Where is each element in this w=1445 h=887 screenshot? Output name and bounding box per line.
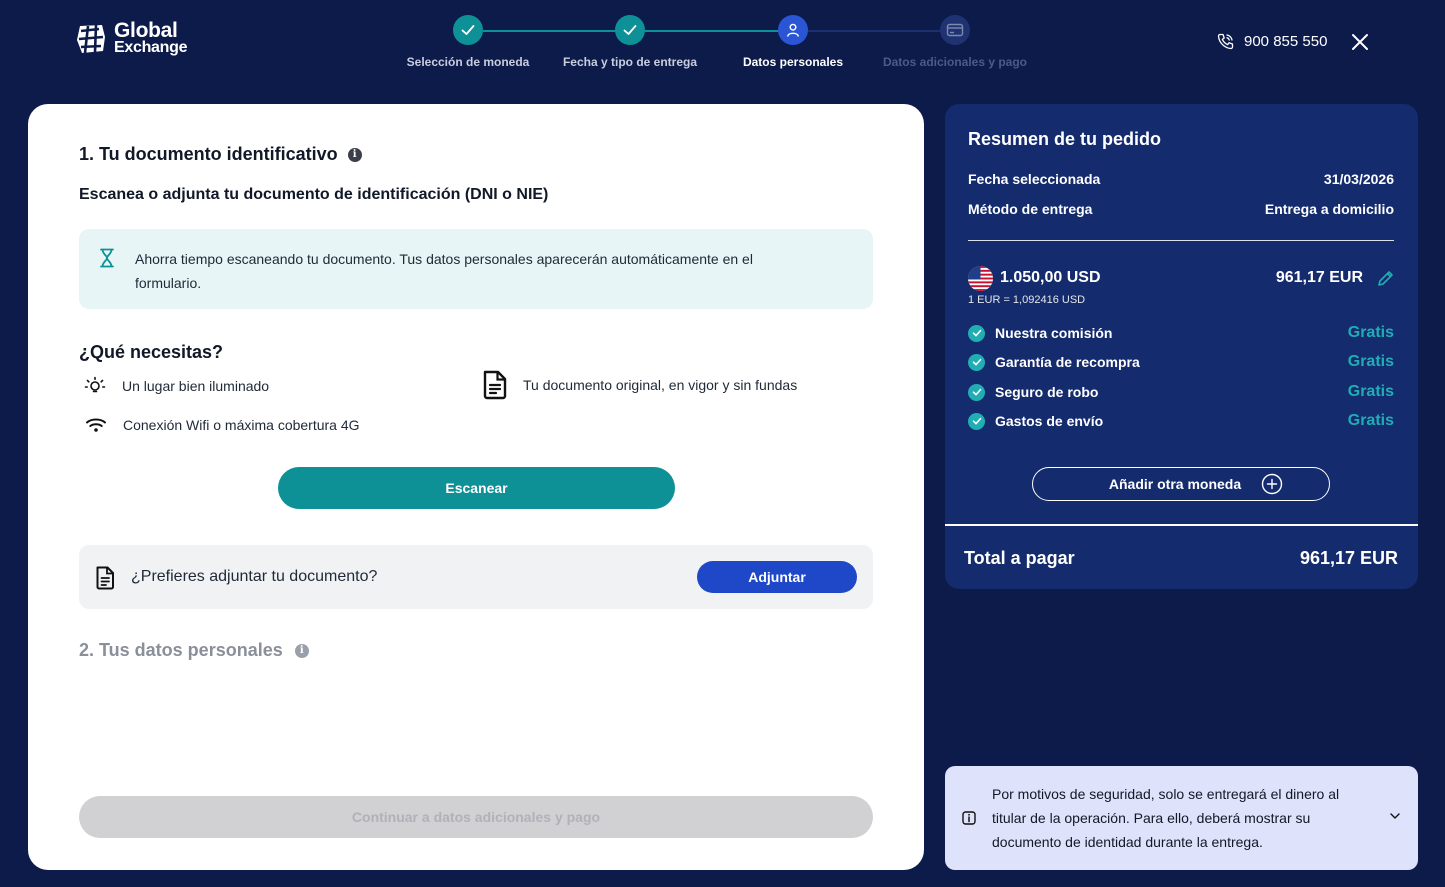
need-text: Tu documento original, en vigor y sin fu…: [523, 377, 798, 393]
step-done-check-icon: [615, 15, 645, 45]
check-circle-icon: [968, 353, 985, 371]
lightbulb-icon: [84, 376, 106, 393]
feature-row: Nuestra comisión Gratis: [968, 324, 1394, 342]
need-item-document: Tu documento original, en vigor y sin fu…: [482, 370, 797, 400]
phone-contact[interactable]: 900 855 550: [1217, 33, 1327, 50]
document-subtitle: Escanea o adjunta tu documento de identi…: [79, 186, 549, 203]
feature-row: Seguro de robo Gratis: [968, 383, 1394, 401]
feature-label: Gastos de envío: [995, 413, 1104, 429]
us-flag-icon: [968, 265, 993, 291]
info-square-icon: [962, 811, 976, 825]
feature-value: Gratis: [1347, 412, 1394, 429]
credit-card-icon: [940, 15, 970, 45]
step-currency[interactable]: Selección de moneda: [383, 14, 553, 69]
attach-document-box: ¿Prefieres adjuntar tu documento? Adjunt…: [79, 545, 873, 609]
continue-button[interactable]: Continuar a datos adicionales y pago: [79, 796, 873, 838]
document-icon: [483, 370, 507, 400]
document-icon: [96, 566, 114, 590]
edit-pencil-icon[interactable]: [1377, 270, 1394, 287]
exchange-rate: 1 EUR = 1,092416 USD: [968, 294, 1086, 306]
info-icon[interactable]: i: [294, 643, 309, 658]
total-value: 961,17 EUR: [1299, 548, 1398, 568]
step-label: Datos adicionales y pago: [882, 55, 1028, 69]
security-notice-text: Por motivos de seguridad, solo se entreg…: [992, 786, 1340, 850]
check-circle-icon: [968, 383, 985, 401]
feature-label: Garantía de recompra: [995, 354, 1140, 370]
attach-button[interactable]: Adjuntar: [697, 561, 857, 593]
feature-value: Gratis: [1347, 383, 1394, 400]
step-label: Datos personales: [742, 55, 844, 69]
chevron-down-icon[interactable]: [1389, 812, 1401, 820]
method-label: Método de entrega: [968, 201, 1093, 217]
checkout-stepper: Selección de moneda Fecha y tipo de entr…: [400, 14, 1040, 74]
step-delivery[interactable]: Fecha y tipo de entrega: [545, 14, 715, 69]
order-summary-card: Resumen de tu pedido Fecha seleccionada …: [945, 104, 1418, 589]
section-title-text: 1. Tu documento identificativo: [79, 144, 338, 164]
scan-tip-text: Ahorra tiempo escaneando tu documento. T…: [135, 251, 753, 291]
needs-title: ¿Qué necesitas?: [79, 342, 224, 362]
brand-line-2: Exchange: [114, 39, 188, 56]
scan-tip-notice: Ahorra tiempo escaneando tu documento. T…: [79, 229, 873, 309]
user-icon: [778, 15, 808, 45]
currency-eur: 961,17 EUR: [1275, 269, 1363, 286]
phone-number: 900 855 550: [1244, 33, 1328, 50]
step-label: Fecha y tipo de entrega: [562, 55, 698, 69]
date-label: Fecha seleccionada: [968, 171, 1101, 187]
date-value: 31/03/2026: [1323, 171, 1394, 187]
summary-divider: [968, 240, 1394, 241]
step-done-check-icon: [453, 15, 483, 45]
check-circle-icon: [968, 412, 985, 430]
plus-circle-icon: [1261, 473, 1283, 495]
section-title-personal: 2. Tus datos personales i: [79, 640, 309, 661]
currency-line: 1.050,00 USD 961,17 EUR: [968, 265, 1394, 291]
security-notice[interactable]: Por motivos de seguridad, solo se entreg…: [945, 766, 1418, 870]
hourglass-icon: [100, 248, 114, 268]
wifi-icon: [86, 418, 106, 432]
summary-title: Resumen de tu pedido: [968, 129, 1162, 149]
need-text: Conexión Wifi o máxima cobertura 4G: [123, 417, 360, 433]
method-value: Entrega a domicilio: [1264, 201, 1394, 217]
phone-icon: [1217, 33, 1234, 50]
total-divider: [945, 524, 1418, 526]
globe-logo-icon: [77, 24, 105, 54]
step-personal[interactable]: Datos personales: [708, 14, 878, 69]
feature-row: Gastos de envío Gratis: [968, 412, 1394, 430]
check-circle-icon: [968, 324, 985, 342]
total-row: Total a pagar 961,17 EUR: [964, 548, 1398, 569]
need-item-lighting: Un lugar bien iluminado: [84, 376, 269, 396]
step-payment: Datos adicionales y pago: [870, 14, 1040, 69]
feature-label: Nuestra comisión: [995, 325, 1113, 341]
total-label: Total a pagar: [964, 548, 1075, 568]
summary-method-row: Método de entrega Entrega a domicilio: [968, 201, 1394, 217]
add-currency-button[interactable]: Añadir otra moneda: [1032, 467, 1330, 501]
scan-button[interactable]: Escanear: [278, 467, 675, 509]
feature-row: Garantía de recompra Gratis: [968, 353, 1394, 371]
attach-question: ¿Prefieres adjuntar tu documento?: [131, 568, 378, 585]
need-item-connection: Conexión Wifi o máxima cobertura 4G: [85, 416, 360, 434]
feature-value: Gratis: [1347, 353, 1394, 370]
brand-wordmark: Global Exchange: [114, 19, 188, 56]
currency-amount: 1.050,00 USD: [1000, 269, 1101, 286]
section-title-text: 2. Tus datos personales: [79, 640, 283, 660]
section-title-document: 1. Tu documento identificativo i: [79, 144, 362, 165]
summary-date-row: Fecha seleccionada 31/03/2026: [968, 171, 1394, 187]
identity-document-card: 1. Tu documento identificativo i Escanea…: [28, 104, 924, 870]
add-currency-label: Añadir otra moneda: [1108, 476, 1242, 492]
brand-line-1: Global: [114, 19, 178, 42]
brand-logo[interactable]: Global Exchange: [74, 19, 188, 56]
feature-label: Seguro de robo: [995, 384, 1099, 400]
close-icon[interactable]: [1351, 33, 1369, 51]
need-text: Un lugar bien iluminado: [122, 378, 270, 394]
step-label: Selección de moneda: [406, 55, 530, 69]
feature-value: Gratis: [1347, 324, 1394, 341]
info-icon[interactable]: i: [347, 147, 362, 162]
